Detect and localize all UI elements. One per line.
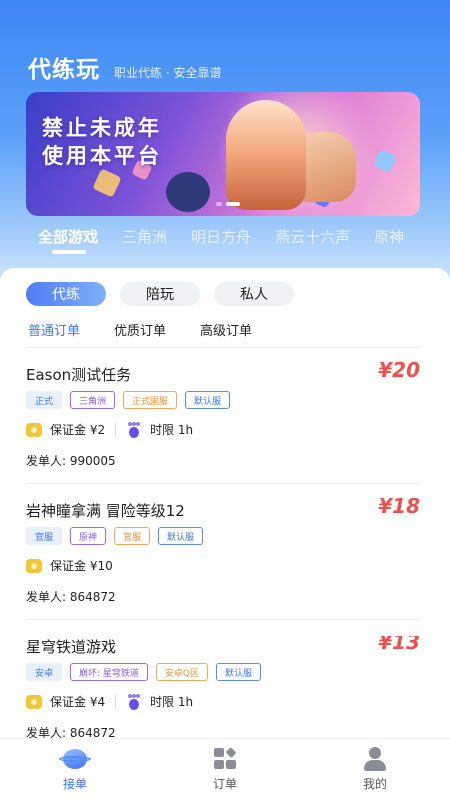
grid-icon [211,747,239,771]
nav-label: 订单 [212,777,237,791]
order-meta: 保证金 ¥4 时限 1h [26,693,193,710]
footprint-icon [126,421,142,438]
order-time-limit: 时限 1h [150,423,194,437]
order-item[interactable]: 岩神瞳拿满 冒险等级12 ¥18 官服 原神 官服 默认服 保证金 ¥10 发单… [26,494,420,610]
order-tag: 安卓 [26,663,63,681]
order-tag: 默认服 [216,663,262,681]
nav-item-profile[interactable]: 我的 [300,739,450,800]
game-tab-arknights[interactable]: 明日方舟 [191,226,251,256]
order-publisher: 发单人: 990005 [26,454,116,468]
nav-item-orders[interactable]: 订单 [150,739,300,800]
game-tab-all[interactable]: 全部游戏 [38,226,98,256]
order-tag: 原神 [70,527,107,545]
person-icon [361,747,389,771]
order-tag: 正式国服 [123,391,178,409]
order-price: ¥18 [378,494,420,518]
order-tags: 官服 原神 官服 默认服 [26,527,204,545]
tab-boosting[interactable]: 代练 [26,282,106,306]
game-tab-delta[interactable]: 三角洲 [122,226,167,256]
promo-banner[interactable]: 禁止未成年 使用本平台 [26,92,420,216]
planet-icon [59,747,91,771]
order-tag: 崩坏: 星穹铁道 [70,663,148,681]
nav-label: 我的 [362,777,387,791]
app-title: 代练玩 [28,57,100,83]
order-tag: 三角洲 [70,391,116,409]
coin-icon [26,422,42,437]
divider [26,619,420,620]
banner-text-line2: 使用本平台 [42,144,162,168]
order-tags: 正式 三角洲 正式国服 默认服 [26,391,231,409]
game-tab-genshin[interactable]: 原神 [374,226,404,256]
coin-icon [26,558,42,573]
banner-dot-active [226,202,240,206]
order-title: 星穹铁道游戏 [26,638,117,656]
order-tag: 官服 [26,527,63,545]
order-title: 岩神瞳拿满 冒险等级12 [26,502,185,520]
order-item[interactable]: 星穹铁道游戏 ¥13 安卓 崩坏: 星穹铁道 安卓Q区 默认服 保证金 ¥4 时… [26,636,420,738]
order-item[interactable]: Eason测试任务 ¥20 正式 三角洲 正式国服 默认服 保证金 ¥2 时限 … [26,358,420,474]
order-publisher: 发单人: 864872 [26,590,116,604]
order-deposit: 保证金 ¥10 [50,559,113,573]
app-slogan: 职业代练 · 安全靠谱 [114,66,222,80]
banner-character-figure [226,100,306,210]
order-tag: 安卓Q区 [155,663,209,681]
banner-warning-text: 禁止未成年 使用本平台 [42,114,162,170]
order-list-card: 代练 陪玩 私人 普通订单 优质订单 高级订单 Eason测试任务 ¥20 正式… [0,268,450,738]
nav-item-take-orders[interactable]: 接单 [0,739,150,800]
banner-decor-cube [373,149,397,173]
order-tag: 默认服 [158,527,204,545]
order-deposit: 保证金 ¥4 [50,695,106,709]
order-price: ¥20 [378,358,420,382]
meta-separator [115,422,117,437]
order-publisher: 发单人: 864872 [26,726,116,738]
banner-pagination [216,202,240,206]
game-tabs: 全部游戏 三角洲 明日方舟 燕云十六声 原神 [38,226,450,256]
coin-icon [26,694,42,709]
order-tag: 官服 [114,527,151,545]
order-tag: 正式 [26,391,63,409]
tab-quality-orders[interactable]: 优质订单 [114,320,166,339]
order-meta: 保证金 ¥10 [26,557,113,574]
order-type-tabs: 代练 陪玩 私人 [26,282,294,306]
order-tag: 默认服 [185,391,231,409]
order-tags: 安卓 崩坏: 星穹铁道 安卓Q区 默认服 [26,663,262,681]
banner-bear-figure [166,172,210,212]
divider [26,347,420,348]
tab-normal-orders[interactable]: 普通订单 [28,320,80,339]
order-level-tabs: 普通订单 优质订单 高级订单 [28,320,252,339]
bottom-nav: 接单 订单 我的 [0,738,450,800]
banner-decor-cube [92,168,122,198]
nav-label: 接单 [62,777,87,791]
tab-companion[interactable]: 陪玩 [120,282,200,306]
banner-dot [216,202,222,206]
app-header: 代练玩 职业代练 · 安全靠谱 [28,50,221,84]
order-deposit: 保证金 ¥2 [50,423,106,437]
tab-premium-orders[interactable]: 高级订单 [200,320,252,339]
divider [26,483,420,484]
meta-separator [115,694,117,709]
banner-text-line1: 禁止未成年 [42,116,162,140]
game-tab-yanyun[interactable]: 燕云十六声 [275,226,350,256]
order-meta: 保证金 ¥2 时限 1h [26,421,193,438]
order-time-limit: 时限 1h [150,695,194,709]
footprint-icon [126,693,142,710]
tab-private[interactable]: 私人 [214,282,294,306]
order-price: ¥13 [378,636,420,654]
order-title: Eason测试任务 [26,366,132,384]
